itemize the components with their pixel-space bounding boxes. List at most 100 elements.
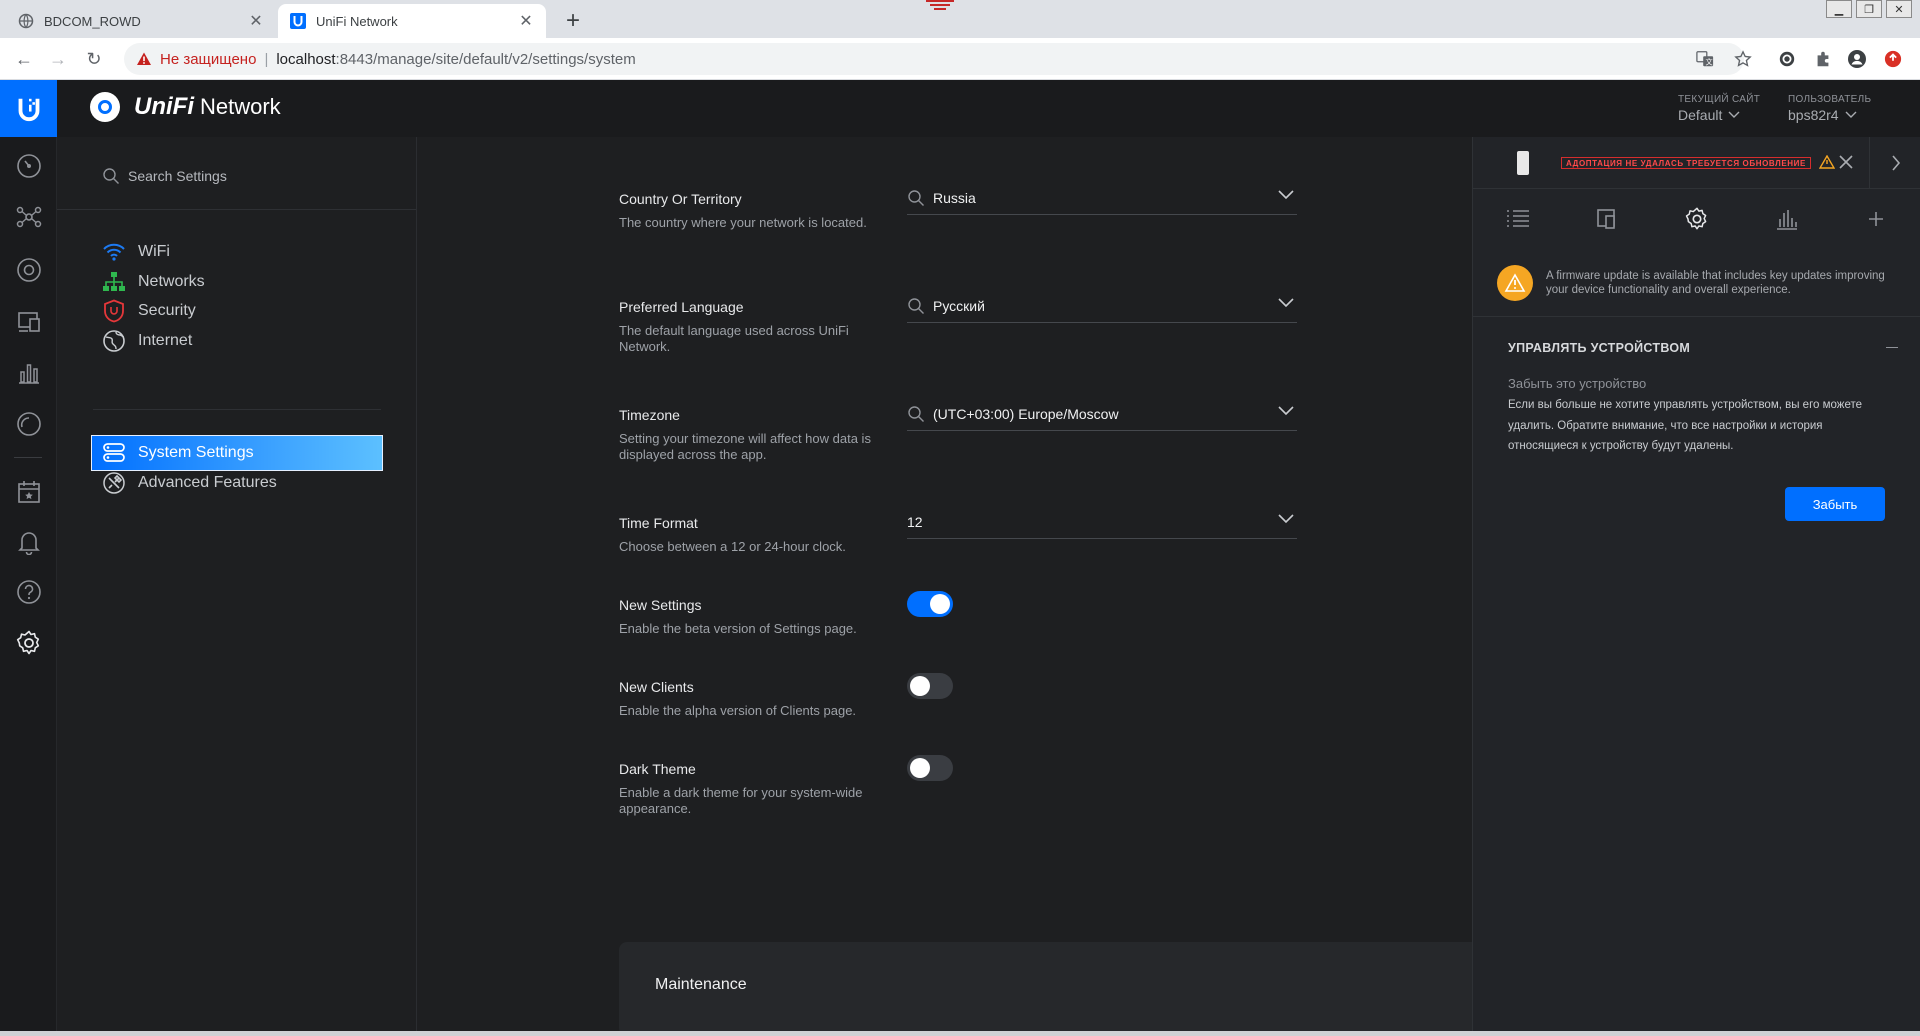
insights-icon[interactable] bbox=[14, 409, 44, 439]
tab-add[interactable] bbox=[1831, 189, 1920, 249]
setting-description: The default language used across UniFi N… bbox=[619, 323, 849, 354]
chevron-down-icon bbox=[1278, 514, 1294, 524]
shield-icon bbox=[102, 299, 126, 323]
time-format-select[interactable]: 12 bbox=[907, 505, 1297, 539]
firmware-update-alert: A firmware update is available that incl… bbox=[1473, 257, 1920, 317]
back-icon[interactable]: ← bbox=[12, 47, 36, 71]
close-icon[interactable] bbox=[1837, 153, 1855, 171]
timezone-select[interactable]: (UTC+03:00) Europe/Moscow bbox=[907, 397, 1297, 431]
settings-gear-icon[interactable] bbox=[14, 628, 44, 658]
dashboard-icon[interactable] bbox=[14, 151, 44, 181]
url-host: localhost bbox=[276, 50, 336, 68]
select-value: Русский bbox=[933, 297, 985, 314]
browser-tab[interactable]: BDCOM_ROWD ✕ bbox=[6, 4, 276, 38]
close-icon[interactable]: ✕ bbox=[248, 13, 264, 30]
forget-device-button[interactable]: Забыть bbox=[1785, 487, 1885, 521]
window-controls: ▁ ❐ ✕ bbox=[1826, 0, 1912, 20]
chevron-down-icon bbox=[1278, 298, 1294, 308]
forward-icon[interactable]: → bbox=[46, 47, 70, 71]
plus-icon bbox=[1869, 212, 1884, 226]
new-tab-button[interactable]: + bbox=[560, 7, 586, 34]
dark-theme-toggle[interactable] bbox=[907, 755, 953, 781]
sidebar-item-advanced-features[interactable]: Advanced Features bbox=[92, 465, 382, 501]
reload-icon[interactable]: ↻ bbox=[82, 47, 106, 71]
country-select[interactable]: Russia bbox=[907, 181, 1297, 215]
puzzle-icon[interactable] bbox=[1812, 48, 1834, 70]
new-settings-toggle[interactable] bbox=[907, 591, 953, 617]
sidebar-item-label: Networks bbox=[138, 273, 205, 290]
omnibox[interactable]: Не защищено | localhost :8443/manage/sit… bbox=[124, 43, 1744, 75]
warning-icon bbox=[1497, 265, 1533, 301]
site-selector-value: Default bbox=[1678, 107, 1723, 123]
sidebar-item-label: Internet bbox=[138, 332, 193, 349]
site-selector[interactable]: ТЕКУЩИЙ САЙТ Default bbox=[1678, 94, 1760, 123]
device-status-badge: АДОПТАЦИЯ НЕ УДАЛАСЬ ТРЕБУЕТСЯ ОБНОВЛЕНИ… bbox=[1561, 157, 1811, 169]
bar-chart-icon bbox=[1776, 210, 1797, 230]
tab-device[interactable] bbox=[1563, 189, 1653, 249]
tab-title: BDCOM_ROWD bbox=[44, 13, 141, 29]
server-icon bbox=[102, 441, 126, 465]
search-icon bbox=[103, 168, 119, 184]
setting-description: Enable the alpha version of Clients page… bbox=[619, 703, 857, 718]
divider bbox=[93, 409, 381, 410]
update-icon[interactable] bbox=[1882, 48, 1904, 70]
user-selector[interactable]: ПОЛЬЗОВАТЕЛЬ bps82r4 bbox=[1788, 94, 1871, 123]
search-settings-input[interactable]: Search Settings bbox=[102, 165, 402, 187]
setting-country: Country Or Territory The country where y… bbox=[619, 190, 1319, 231]
statistics-icon[interactable] bbox=[14, 358, 44, 388]
globe-icon bbox=[18, 13, 34, 29]
restore-button[interactable]: ❐ bbox=[1856, 0, 1882, 18]
setting-description: The country where your network is locate… bbox=[619, 215, 867, 230]
setting-description: Setting your timezone will affect how da… bbox=[619, 431, 871, 462]
setting-time-format: Time Format Choose between a 12 or 24-ho… bbox=[619, 514, 1319, 555]
device-panel: АДОПТАЦИЯ НЕ УДАЛАСЬ ТРЕБУЕТСЯ ОБНОВЛЕНИ… bbox=[1472, 137, 1920, 1036]
search-icon bbox=[908, 405, 924, 422]
tab-settings[interactable] bbox=[1652, 189, 1742, 249]
manage-device-section: УПРАВЛЯТЬ УСТРОЙСТВОМ Забыть это устройс… bbox=[1508, 341, 1898, 457]
svg-text:文: 文 bbox=[1705, 57, 1712, 66]
devices-icon[interactable] bbox=[14, 255, 44, 285]
security-status[interactable]: Не защищено bbox=[160, 51, 256, 68]
globe-icon bbox=[102, 329, 126, 353]
app-logo[interactable]: UniFi Network bbox=[90, 92, 281, 122]
maintenance-card[interactable]: Maintenance bbox=[619, 942, 1472, 1036]
next-device-button[interactable] bbox=[1869, 137, 1920, 189]
browser-tab-active[interactable]: UniFi Network ✕ bbox=[278, 4, 546, 38]
chevron-down-icon bbox=[1845, 111, 1857, 118]
device-panel-tabs bbox=[1473, 189, 1920, 249]
minimize-button[interactable]: ▁ bbox=[1826, 0, 1852, 18]
tab-statistics[interactable] bbox=[1742, 189, 1832, 249]
events-icon[interactable] bbox=[14, 477, 44, 507]
network-icon bbox=[102, 270, 126, 294]
alerts-bell-icon[interactable] bbox=[14, 527, 44, 557]
url-path: :8443/manage/site/default/v2/settings/sy… bbox=[335, 50, 636, 68]
collapse-icon[interactable] bbox=[1886, 347, 1898, 348]
unifi-favicon bbox=[290, 13, 306, 29]
tab-overview[interactable] bbox=[1473, 189, 1563, 249]
window-bottom-edge bbox=[0, 1031, 1920, 1036]
gear-icon bbox=[1685, 207, 1707, 230]
star-icon[interactable] bbox=[1732, 48, 1754, 70]
user-selector-value: bps82r4 bbox=[1788, 107, 1839, 123]
setting-new-settings: New Settings Enable the beta version of … bbox=[619, 591, 1319, 637]
brand-name: UniFi bbox=[134, 93, 194, 120]
topology-icon[interactable] bbox=[14, 202, 44, 232]
help-icon[interactable] bbox=[14, 577, 44, 607]
close-icon[interactable]: ✕ bbox=[518, 13, 534, 30]
profile-icon[interactable] bbox=[1846, 48, 1868, 70]
site-selector-label: ТЕКУЩИЙ САЙТ bbox=[1678, 94, 1761, 105]
new-clients-toggle[interactable] bbox=[907, 673, 953, 699]
unifi-logo-icon bbox=[90, 92, 120, 122]
ubiquiti-logo-icon[interactable] bbox=[0, 80, 57, 137]
setting-new-clients: New Clients Enable the alpha version of … bbox=[619, 673, 1319, 719]
setting-title: New Settings bbox=[619, 597, 702, 613]
extension-shield-icon[interactable] bbox=[1776, 48, 1798, 70]
translate-icon[interactable]: 文 bbox=[1694, 48, 1716, 70]
maintenance-title: Maintenance bbox=[655, 976, 747, 993]
language-select[interactable]: Русский bbox=[907, 289, 1297, 323]
clients-icon[interactable] bbox=[14, 307, 44, 337]
left-icon-nav bbox=[0, 137, 57, 1036]
device-panel-header: АДОПТАЦИЯ НЕ УДАЛАСЬ ТРЕБУЕТСЯ ОБНОВЛЕНИ… bbox=[1473, 137, 1920, 189]
sidebar-item-internet[interactable]: Internet bbox=[92, 323, 382, 359]
window-close-button[interactable]: ✕ bbox=[1886, 0, 1912, 18]
